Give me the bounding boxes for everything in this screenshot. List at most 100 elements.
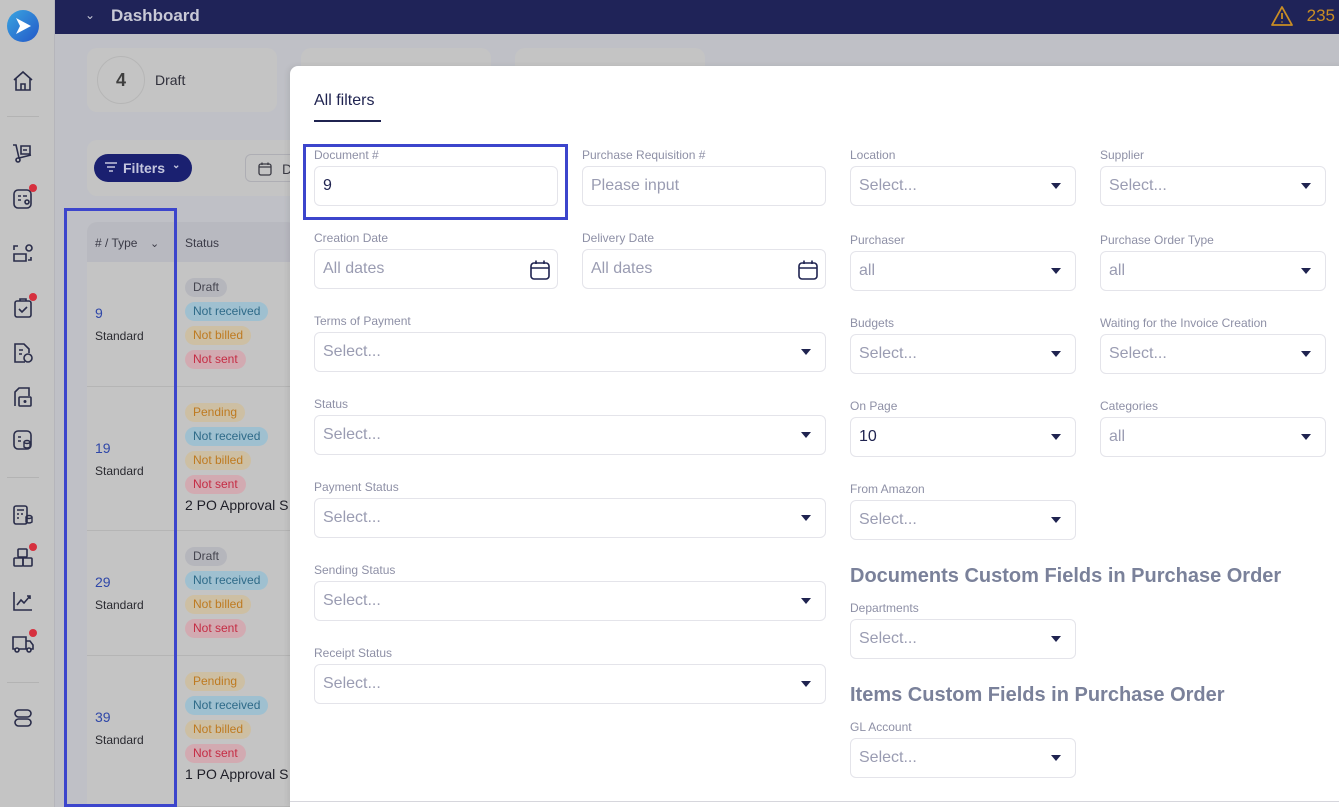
terms-of-payment-select[interactable]: Select... (314, 332, 826, 372)
categories-value: all (1109, 428, 1126, 445)
budgets-select[interactable]: Select... (850, 334, 1076, 374)
sidebar-divider (7, 682, 39, 683)
departments-select[interactable]: Select... (850, 619, 1076, 659)
receipt-badge: Not received (185, 571, 269, 590)
warning-count[interactable]: 235 (1307, 6, 1335, 26)
items-custom-fields-heading: Items Custom Fields in Purchase Order (850, 684, 1225, 706)
caret-down-icon (801, 598, 811, 604)
receipt-status-value: Select... (323, 675, 381, 692)
sidebar-item-reports[interactable] (11, 589, 35, 613)
waiting-invoice-select[interactable]: Select... (1100, 334, 1326, 374)
purchase-requisition-input[interactable]: Please input (582, 166, 826, 206)
on-page-select[interactable]: 10 (850, 417, 1076, 457)
purchaser-select[interactable]: all (850, 251, 1076, 291)
delivery-date-label: Delivery Date (582, 231, 655, 245)
payment-status-value: Select... (323, 509, 381, 526)
notification-dot (29, 543, 37, 551)
sending-badge: Not sent (185, 744, 246, 763)
document-check-icon (14, 343, 33, 363)
on-page-value: 10 (859, 428, 877, 445)
billing-badge: Not billed (185, 451, 252, 470)
caret-down-icon (1051, 183, 1061, 189)
calendar-icon[interactable] (797, 259, 819, 281)
sidebar-item-contracts[interactable] (11, 385, 35, 409)
sidebar-item-deliveries[interactable] (11, 629, 37, 656)
chevron-down-icon: ⌄ (172, 160, 181, 171)
sidebar-item-purchase[interactable] (11, 141, 35, 165)
sending-status-value: Select... (323, 592, 381, 609)
sending-status-select[interactable]: Select... (314, 581, 826, 621)
sidebar-item-requests[interactable] (11, 184, 37, 211)
caret-down-icon (1051, 351, 1061, 357)
sidebar-item-supplier-search[interactable] (11, 242, 35, 266)
billing-badge: Not billed (185, 326, 252, 345)
caret-down-icon (801, 349, 811, 355)
supplier-value: Select... (1109, 177, 1167, 194)
status-value: Select... (323, 426, 381, 443)
sidebar-item-home[interactable] (11, 69, 35, 93)
caret-down-icon (1301, 434, 1311, 440)
calendar-icon[interactable] (529, 259, 551, 281)
caret-down-icon (1051, 434, 1061, 440)
sidebar-item-inventory[interactable] (11, 428, 35, 452)
collapse-chevron-icon[interactable]: ⌄ (85, 8, 95, 22)
location-select[interactable]: Select... (850, 166, 1076, 206)
caret-down-icon (801, 432, 811, 438)
sidebar-item-products[interactable] (11, 543, 37, 570)
caret-down-icon (1051, 755, 1061, 761)
chart-line-icon (13, 592, 32, 611)
tab-all-filters[interactable]: All filters (314, 92, 374, 110)
caret-down-icon (1301, 183, 1311, 189)
from-amazon-select[interactable]: Select... (850, 500, 1076, 540)
caret-down-icon (1051, 517, 1061, 523)
payment-status-select[interactable]: Select... (314, 498, 826, 538)
sending-badge: Not sent (185, 350, 246, 369)
filters-button[interactable]: Filters ⌄ (94, 154, 192, 182)
receipt-status-select[interactable]: Select... (314, 664, 826, 704)
sidebar-item-settings[interactable] (11, 706, 35, 730)
receipt-badge: Not received (185, 696, 269, 715)
purchase-order-type-value: all (1109, 262, 1126, 279)
app-logo[interactable] (7, 10, 39, 42)
page-title: Dashboard (111, 6, 200, 25)
home-icon (13, 70, 33, 91)
supplier-label: Supplier (1100, 148, 1145, 162)
creation-date-placeholder: All dates (323, 260, 385, 277)
status-badge: Draft (185, 547, 228, 566)
categories-select[interactable]: all (1100, 417, 1326, 457)
receipt-status-label: Receipt Status (314, 646, 393, 660)
column-header-status[interactable]: Status (185, 236, 219, 250)
purchase-order-type-select[interactable]: all (1100, 251, 1326, 291)
stat-card-draft[interactable]: 4 Draft (87, 48, 277, 112)
truck-search-icon (13, 244, 33, 262)
location-label: Location (850, 148, 896, 162)
delivery-date-placeholder: All dates (591, 260, 653, 277)
filters-label: Filters (123, 160, 166, 176)
sidebar-divider (7, 116, 39, 117)
sidebar-item-budgets[interactable] (11, 503, 35, 527)
warning-icon[interactable] (1270, 5, 1294, 27)
creation-date-picker[interactable]: All dates (314, 249, 558, 289)
notification-dot (29, 629, 37, 637)
waiting-invoice-value: Select... (1109, 345, 1167, 362)
filter-icon (105, 162, 117, 172)
sidebar-item-documents[interactable] (11, 341, 35, 365)
supplier-select[interactable]: Select... (1100, 166, 1326, 206)
on-page-label: On Page (850, 399, 898, 413)
gl-account-select[interactable]: Select... (850, 738, 1076, 778)
status-badge: Pending (185, 672, 246, 691)
receipt-badge: Not received (185, 427, 269, 446)
purchase-requisition-placeholder: Please input (591, 177, 680, 194)
sending-badge: Not sent (185, 475, 246, 494)
categories-label: Categories (1100, 399, 1159, 413)
stat-count: 4 (97, 56, 145, 104)
caret-down-icon (801, 515, 811, 521)
status-select[interactable]: Select... (314, 415, 826, 455)
receipt-badge: Not received (185, 302, 269, 321)
sidebar-item-approvals[interactable] (11, 293, 37, 320)
payment-status-label: Payment Status (314, 480, 399, 494)
documents-custom-fields-heading: Documents Custom Fields in Purchase Orde… (850, 565, 1282, 587)
waiting-invoice-label: Waiting for the Invoice Creation (1100, 316, 1267, 330)
delivery-date-picker[interactable]: All dates (582, 249, 826, 289)
purchase-requisition-label: Purchase Requisition # (582, 148, 706, 162)
